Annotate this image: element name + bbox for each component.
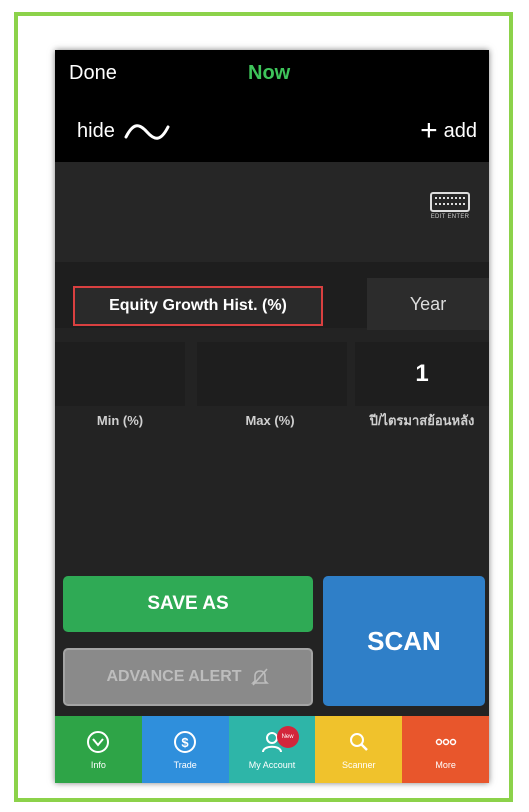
tab-scanner-label: Scanner — [342, 759, 376, 770]
new-badge: New — [276, 726, 299, 748]
dollar-icon: $ — [174, 730, 197, 753]
hide-toggle[interactable]: hide — [77, 120, 171, 143]
hide-label: hide — [77, 120, 115, 142]
add-label: add — [443, 119, 477, 142]
top-bar: Done Now hide + add — [55, 50, 489, 162]
max-label: Max (%) — [245, 413, 295, 428]
min-value-input[interactable] — [55, 342, 185, 406]
advance-alert-button[interactable]: ADVANCE ALERT — [63, 648, 313, 706]
tab-trade[interactable]: $ Trade — [141, 716, 229, 783]
tab-trade-label: Trade — [173, 759, 197, 770]
svg-text:$: $ — [182, 735, 190, 750]
tab-info-label: Info — [90, 759, 106, 770]
info-icon — [87, 730, 110, 753]
keyboard-caption: EDIT ENTER — [430, 214, 470, 220]
now-button[interactable]: Now — [248, 62, 290, 85]
add-button[interactable]: + add — [420, 116, 477, 146]
bottom-tab-bar: Info $ Trade New My Account Scanner More — [55, 716, 489, 783]
bell-off-icon — [250, 668, 269, 686]
advance-alert-label: ADVANCE ALERT — [106, 668, 242, 685]
keyboard-button[interactable]: EDIT ENTER — [425, 192, 475, 228]
scan-button[interactable]: SCAN — [323, 576, 485, 706]
search-icon — [349, 732, 368, 751]
phone-screen: Done Now hide + add EDIT ENTER Equity Gr… — [55, 50, 489, 783]
min-label: Min (%) — [96, 413, 144, 428]
plus-icon: + — [420, 114, 438, 147]
more-icon — [435, 738, 456, 745]
tab-more[interactable]: More — [402, 716, 489, 783]
keyboard-toolbar: EDIT ENTER — [55, 162, 489, 262]
tab-info[interactable]: Info — [55, 716, 142, 783]
period-unit-selector[interactable]: Year — [367, 278, 489, 330]
tab-more-label: More — [435, 759, 456, 770]
period-value-input[interactable]: 1 — [355, 342, 489, 406]
tab-my-account[interactable]: New My Account — [228, 716, 316, 783]
filter-name-field[interactable]: Equity Growth Hist. (%) — [73, 286, 323, 326]
tab-scanner[interactable]: Scanner — [315, 716, 403, 783]
keyboard-icon — [430, 192, 470, 212]
period-label: ปี/ไตรมาสย้อนหลัง — [369, 413, 475, 428]
save-as-button[interactable]: SAVE AS — [63, 576, 313, 632]
tab-my-account-label: My Account — [248, 759, 296, 770]
done-button[interactable]: Done — [69, 62, 117, 85]
max-value-input[interactable] — [197, 342, 347, 406]
wave-icon — [124, 123, 170, 140]
